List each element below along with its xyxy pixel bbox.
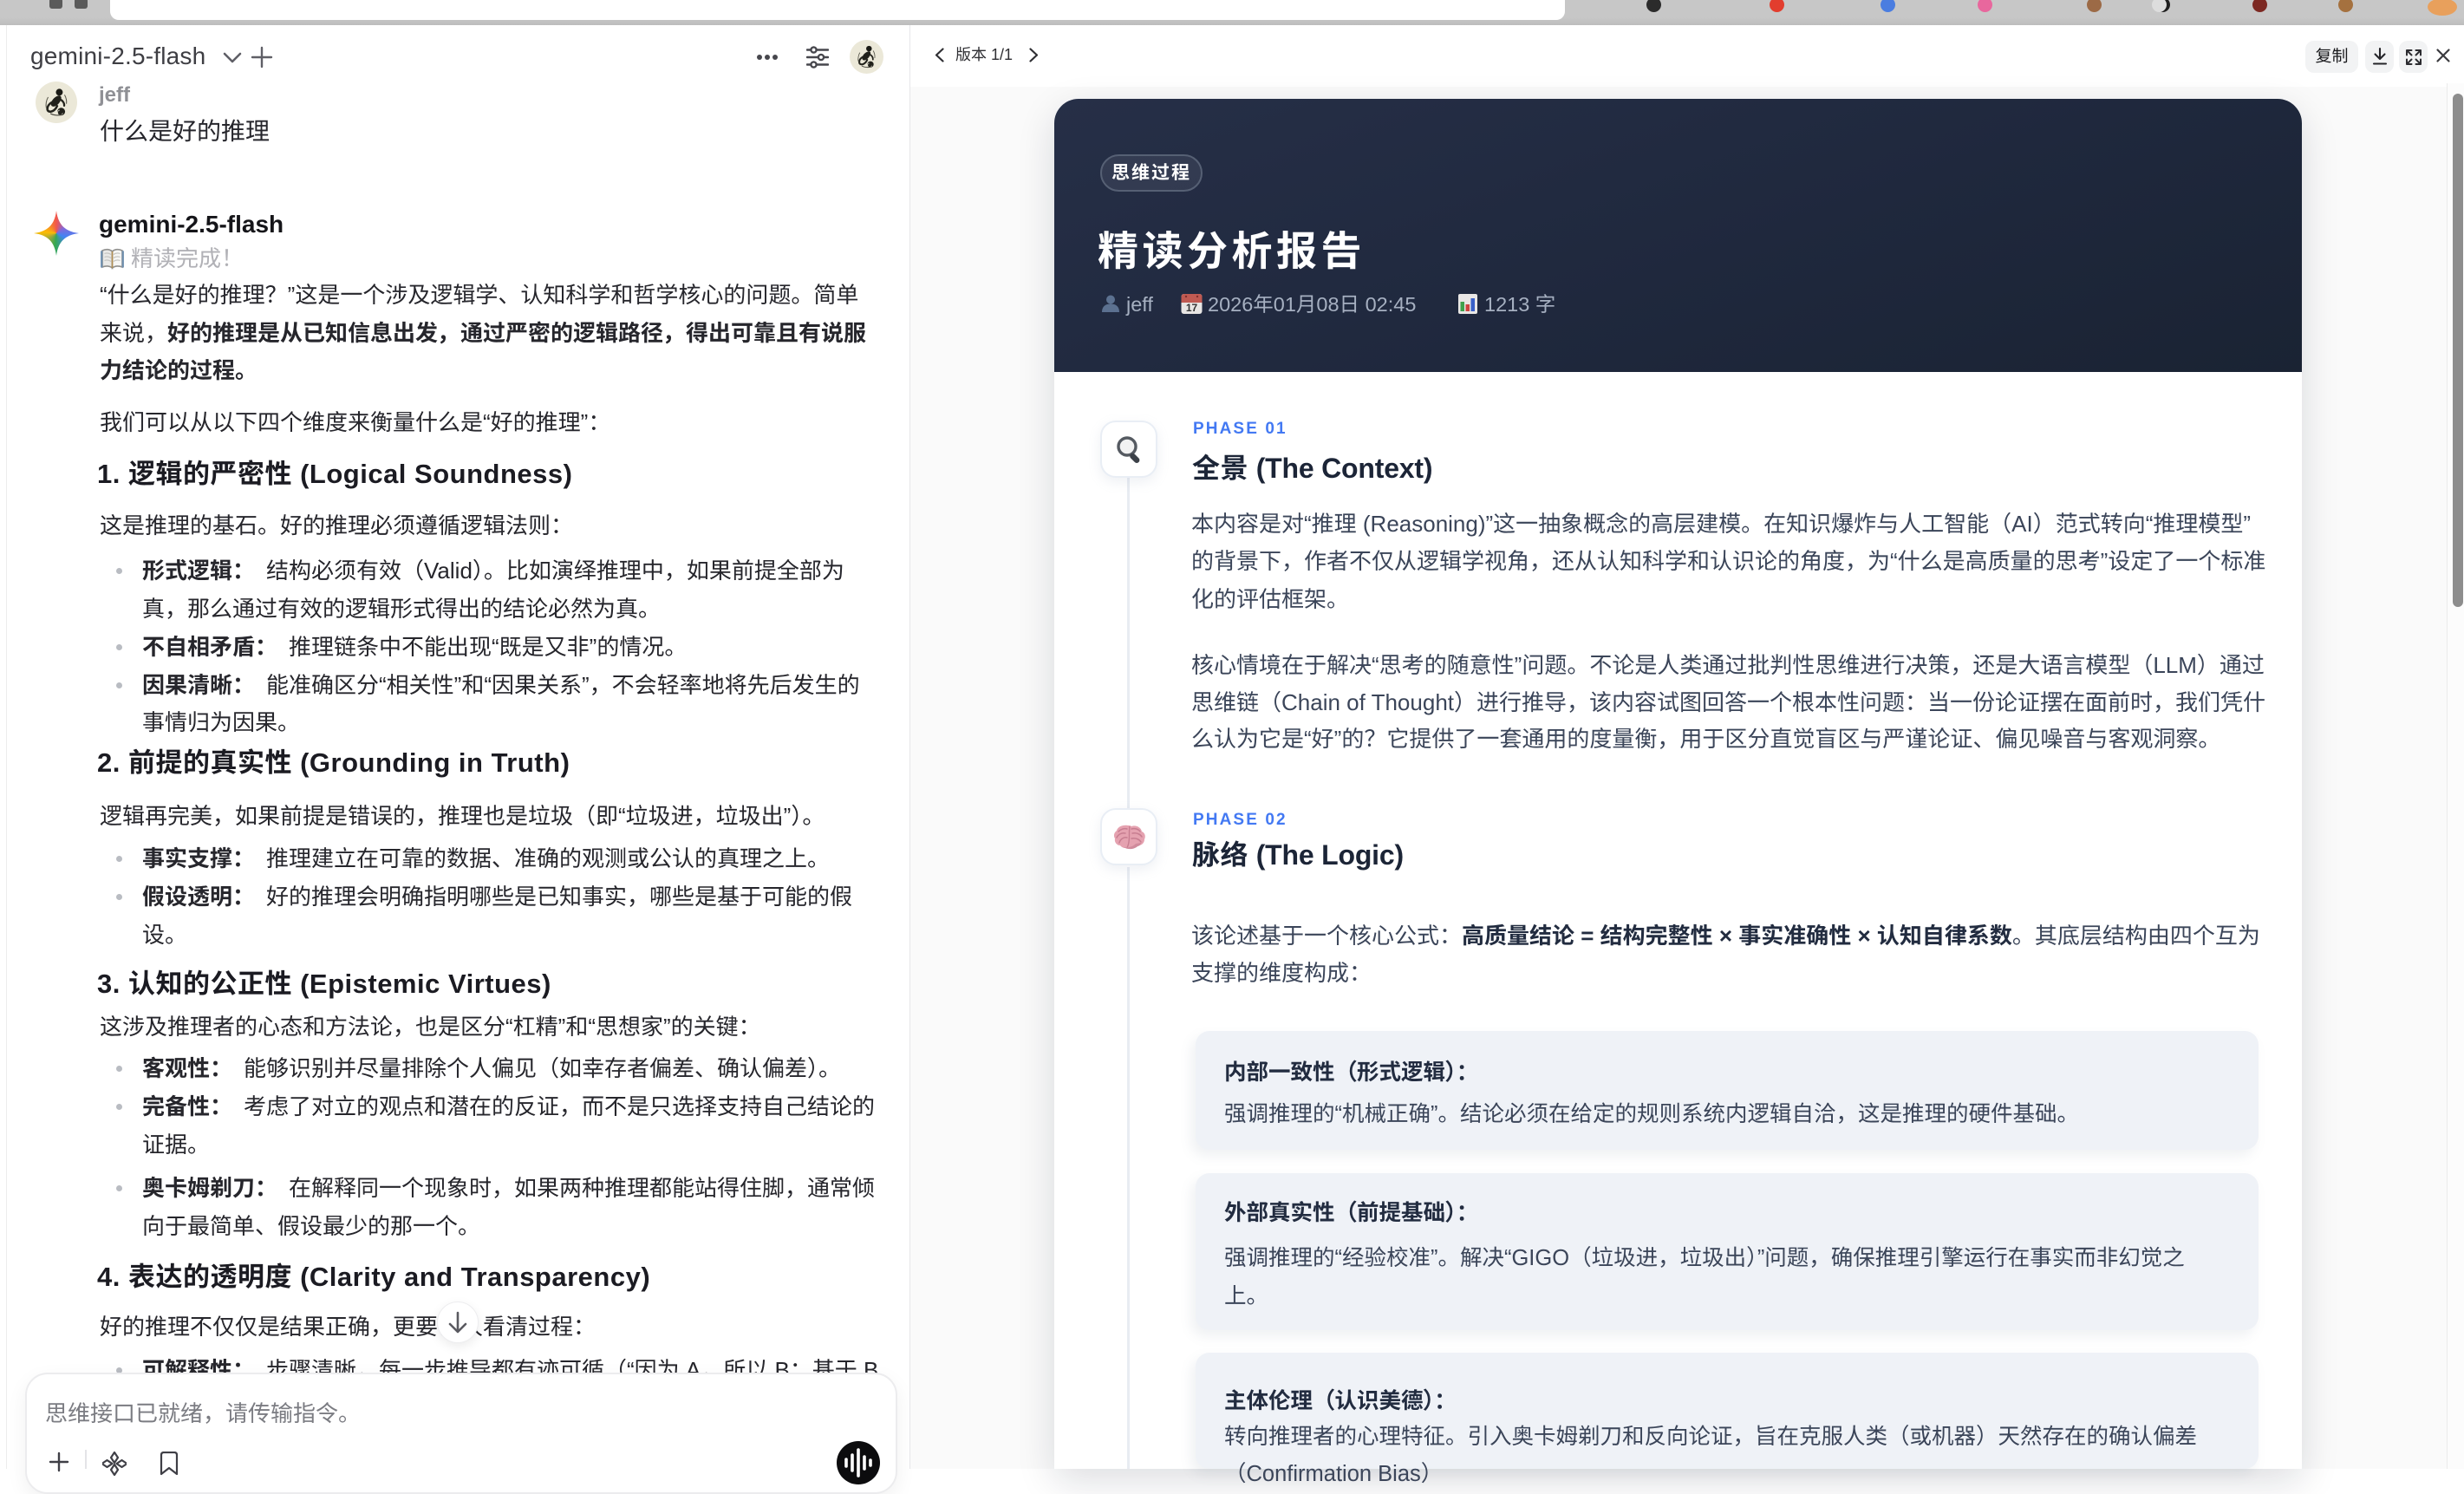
svg-text:17: 17 xyxy=(1186,302,1198,314)
